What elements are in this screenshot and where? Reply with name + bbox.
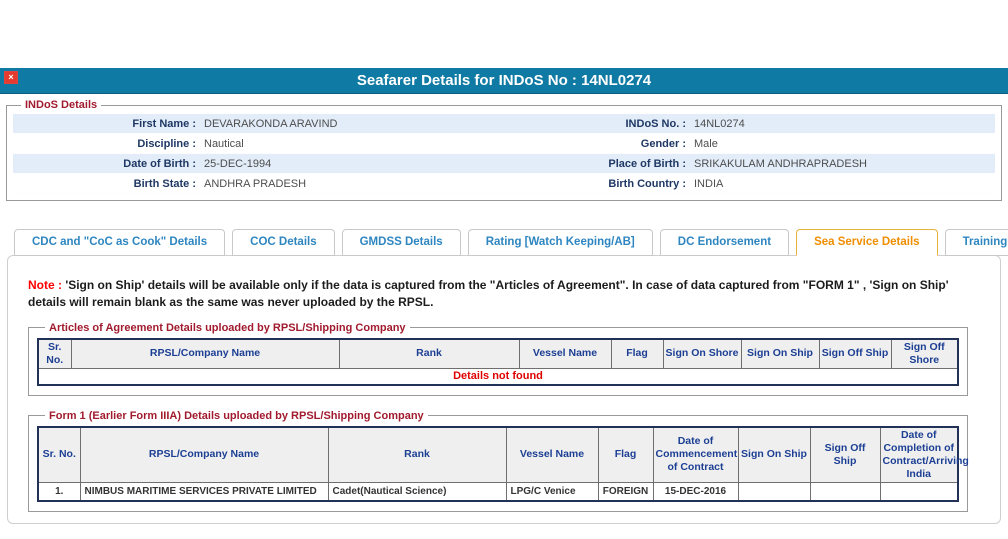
birth-country-label: Birth Country : xyxy=(499,178,691,190)
note-text: Note : 'Sign on Ship' details will be av… xyxy=(28,277,982,312)
broken-image-icon: × xyxy=(4,71,18,84)
articles-of-agreement-legend: Articles of Agreement Details uploaded b… xyxy=(45,322,410,334)
column-header: Sign On Shore xyxy=(663,339,741,369)
table-header-row: Sr. No. RPSL/Company Name Rank Vessel Na… xyxy=(38,427,958,483)
date-of-birth-label: Date of Birth : xyxy=(13,158,201,170)
column-header: Flag xyxy=(598,427,653,483)
articles-of-agreement-table: Sr. No. RPSL/Company Name Rank Vessel Na… xyxy=(37,338,959,386)
column-header: Sign Off Ship xyxy=(819,339,891,369)
form1-table: Sr. No. RPSL/Company Name Rank Vessel Na… xyxy=(37,426,959,502)
indos-no-value: 14NL0274 xyxy=(691,118,995,130)
sign-on-ship-cell xyxy=(738,483,810,501)
commencement-date-cell: 15-DEC-2016 xyxy=(653,483,738,501)
articles-of-agreement-section: Articles of Agreement Details uploaded b… xyxy=(28,322,968,396)
column-header: Sr. No. xyxy=(38,339,71,369)
column-header: Vessel Name xyxy=(506,427,598,483)
page-title: Seafarer Details for INDoS No : 14NL0274 xyxy=(0,68,1008,94)
indos-row: Birth State : ANDHRA PRADESH Birth Count… xyxy=(13,174,995,194)
completion-date-cell xyxy=(880,483,958,501)
indos-details-legend: INDoS Details xyxy=(21,99,101,111)
vessel-name-cell: LPG/C Venice xyxy=(506,483,598,501)
company-name-cell: NIMBUS MARITIME SERVICES PRIVATE LIMITED xyxy=(80,483,328,501)
sea-service-details-panel: Note : 'Sign on Ship' details will be av… xyxy=(7,255,1001,524)
tab-gmdss-details[interactable]: GMDSS Details xyxy=(342,229,461,256)
tab-dc-endorsement[interactable]: DC Endorsement xyxy=(660,229,789,256)
table-header-row: Sr. No. RPSL/Company Name Rank Vessel Na… xyxy=(38,339,958,369)
place-of-birth-value: SRIKAKULAM ANDHRAPRADESH xyxy=(691,158,995,170)
column-header: Flag xyxy=(611,339,663,369)
birth-state-label: Birth State : xyxy=(13,178,201,190)
discipline-label: Discipline : xyxy=(13,138,201,150)
note-body: 'Sign on Ship' details will be available… xyxy=(28,278,949,309)
sign-off-ship-cell xyxy=(810,483,880,501)
column-header: Rank xyxy=(328,427,506,483)
form1-section: Form 1 (Earlier Form IIIA) Details uploa… xyxy=(28,410,968,512)
discipline-value: Nautical xyxy=(201,138,499,150)
tab-training-details[interactable]: Training Details xyxy=(945,229,1008,256)
place-of-birth-label: Place of Birth : xyxy=(499,158,691,170)
tab-bar: CDC and "CoC as Cook" Details COC Detail… xyxy=(14,229,1008,256)
rank-cell: Cadet(Nautical Science) xyxy=(328,483,506,501)
gender-value: Male xyxy=(691,138,995,150)
column-header: Sign On Ship xyxy=(741,339,819,369)
column-header: Sr. No. xyxy=(38,427,80,483)
form1-legend: Form 1 (Earlier Form IIIA) Details uploa… xyxy=(45,410,428,422)
note-prefix: Note : xyxy=(28,278,62,292)
gender-label: Gender : xyxy=(499,138,691,150)
birth-country-value: INDIA xyxy=(691,178,995,190)
flag-cell: FOREIGN xyxy=(598,483,653,501)
sr-no-cell: 1. xyxy=(38,483,80,501)
column-header: Sign Off Ship xyxy=(810,427,880,483)
column-header: RPSL/Company Name xyxy=(80,427,328,483)
indos-no-label: INDoS No. : xyxy=(499,118,691,130)
tab-cdc-coc-as-cook-details[interactable]: CDC and "CoC as Cook" Details xyxy=(14,229,225,256)
birth-state-value: ANDHRA PRADESH xyxy=(201,178,499,190)
table-row: 1. NIMBUS MARITIME SERVICES PRIVATE LIMI… xyxy=(38,483,958,501)
date-of-birth-value: 25-DEC-1994 xyxy=(201,158,499,170)
indos-row: First Name : DEVARAKONDA ARAVIND INDoS N… xyxy=(13,114,995,134)
indos-details-section: INDoS Details First Name : DEVARAKONDA A… xyxy=(6,99,1002,201)
tab-coc-details[interactable]: COC Details xyxy=(232,229,334,256)
empty-message-row: Details not found xyxy=(38,369,958,385)
indos-row: Discipline : Nautical Gender : Male xyxy=(13,134,995,154)
first-name-value: DEVARAKONDA ARAVIND xyxy=(201,118,499,130)
column-header: Rank xyxy=(339,339,519,369)
indos-row: Date of Birth : 25-DEC-1994 Place of Bir… xyxy=(13,154,995,174)
details-not-found-message: Details not found xyxy=(38,369,958,385)
first-name-label: First Name : xyxy=(13,118,201,130)
tab-sea-service-details[interactable]: Sea Service Details xyxy=(796,229,938,256)
column-header: Sign On Ship xyxy=(738,427,810,483)
column-header: Date of Commencement of Contract xyxy=(653,427,738,483)
tab-rating-watch-keeping-ab[interactable]: Rating [Watch Keeping/AB] xyxy=(468,229,653,256)
column-header: Sign Off Shore xyxy=(891,339,958,369)
column-header: Date of Completion of Contract/Arriving … xyxy=(880,427,958,483)
column-header: RPSL/Company Name xyxy=(71,339,339,369)
column-header: Vessel Name xyxy=(519,339,611,369)
